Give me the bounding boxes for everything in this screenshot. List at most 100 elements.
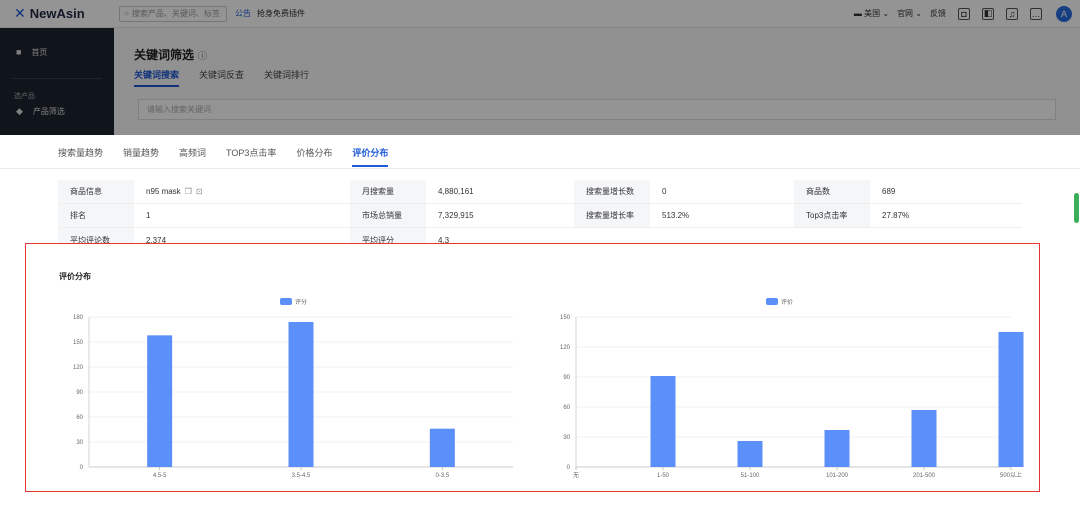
home-icon: ■ bbox=[16, 47, 22, 57]
stat-value: n95 mask ❐ ⊡ bbox=[134, 180, 350, 203]
tab-keyword-reverse[interactable]: 关键词反查 bbox=[199, 68, 244, 87]
charts-canvas: 评分 0 30 60 90 120 150 180 4.5-5 3.5-4.5 0-3.5 评价 0 30… bbox=[73, 298, 1024, 479]
stat-value: 689 bbox=[882, 187, 896, 196]
site-label: 官网 bbox=[897, 9, 914, 18]
box-icon: ◆ bbox=[16, 105, 23, 116]
logo-text: NewAsin bbox=[29, 6, 85, 21]
bar bbox=[824, 430, 850, 467]
stat-value: 4,880,161 bbox=[438, 187, 474, 196]
logo-icon: ✕ bbox=[14, 5, 26, 21]
site-menu[interactable]: 官网 ⌄ bbox=[897, 8, 922, 19]
sidebar-item-home[interactable]: ■ 首页 bbox=[0, 44, 114, 60]
page-title: 关键词筛选 ⓘ bbox=[134, 46, 207, 63]
tab-top3-ctr[interactable]: TOP3点击率 bbox=[226, 146, 276, 167]
scroll-indicator[interactable] bbox=[1074, 193, 1079, 223]
stat-value: 513.2% bbox=[662, 211, 690, 220]
user-avatar[interactable]: A bbox=[1056, 5, 1072, 22]
app-logo[interactable]: ✕ NewAsin bbox=[14, 5, 119, 22]
tab-sales-trend[interactable]: 销量趋势 bbox=[123, 146, 159, 167]
y-tick-label: 0 bbox=[80, 465, 84, 471]
stat-label: 市场总销量 bbox=[350, 204, 426, 227]
x-tick-label: 51-100 bbox=[741, 473, 760, 479]
tab-price-distribution[interactable]: 价格分布 bbox=[296, 146, 332, 167]
y-tick-label: 30 bbox=[76, 440, 83, 446]
x-tick-label: 201-500 bbox=[913, 473, 936, 479]
sidebar: ■ 首页 选产品 ◆ 产品筛选 bbox=[0, 28, 114, 135]
region-selector[interactable]: ▬ 美国 ⌄ bbox=[854, 8, 889, 19]
bar bbox=[429, 428, 455, 467]
y-tick-label: 120 bbox=[560, 345, 571, 351]
headset-icon[interactable]: ♫ bbox=[1006, 7, 1018, 20]
notice-link[interactable]: 公告 bbox=[235, 8, 251, 19]
review-distribution-panel: 评价分布 评分 0 30 60 90 120 150 180 4.5-5 3.5-4.5 0-3.5… bbox=[25, 243, 1040, 492]
tab-keyword-rank[interactable]: 关键词排行 bbox=[264, 68, 309, 87]
y-tick-label: 180 bbox=[73, 315, 84, 321]
analysis-tabs: 搜索量趋势 销量趋势 高频词 TOP3点击率 价格分布 评价分布 bbox=[58, 146, 408, 167]
page-title-text: 关键词筛选 bbox=[134, 48, 195, 62]
bar bbox=[288, 322, 314, 467]
bar bbox=[737, 441, 763, 467]
tab-review-distribution[interactable]: 评价分布 bbox=[352, 146, 389, 167]
stat-label: 商品数 bbox=[794, 180, 870, 203]
top-search-input[interactable]: ○ 搜索产品、关键词、标签 bbox=[119, 5, 227, 22]
y-tick-label: 90 bbox=[563, 375, 570, 381]
x-tick-label: 3.5-4.5 bbox=[292, 473, 311, 479]
bar bbox=[998, 332, 1024, 467]
stat-label: 商品信息 bbox=[58, 180, 134, 203]
top-navigation-bar: ✕ NewAsin ○ 搜索产品、关键词、标签 公告 抢身免费插件 ▬ 美国 ⌄… bbox=[0, 0, 1080, 28]
x-tick-label: 500以上 bbox=[1000, 471, 1022, 479]
y-tick-label: 90 bbox=[76, 390, 83, 396]
legend-swatch bbox=[766, 298, 778, 305]
stat-label: 搜索量增长数 bbox=[574, 180, 650, 203]
stat-label: 搜索量增长率 bbox=[574, 204, 650, 227]
sidebar-item-label: 产品筛选 bbox=[32, 106, 65, 116]
tab-frequent-words[interactable]: 高频词 bbox=[179, 146, 206, 167]
info-icon[interactable]: ⓘ bbox=[198, 51, 207, 61]
keyword-input-placeholder: 请输入搜索关键词 bbox=[147, 105, 211, 114]
y-tick-label: 30 bbox=[563, 435, 570, 441]
keyword-input[interactable]: 请输入搜索关键词 bbox=[138, 99, 1056, 120]
y-tick-label: 120 bbox=[73, 365, 84, 371]
sidebar-item-product-filter[interactable]: ◆ 产品筛选 bbox=[0, 103, 114, 119]
legend-label: 评分 bbox=[295, 298, 307, 306]
y-tick-label: 150 bbox=[73, 340, 84, 346]
product-keyword: n95 mask bbox=[146, 187, 181, 196]
plugin-link[interactable]: 抢身免费插件 bbox=[257, 8, 305, 19]
sidebar-item-label: 首页 bbox=[31, 47, 48, 57]
stat-value: 1 bbox=[146, 211, 151, 220]
sidebar-group-label: 选产品 bbox=[14, 93, 35, 100]
top-right-actions: ▬ 美国 ⌄ 官网 ⌄ 反馈 ◘ ◧ ♫ … A bbox=[846, 5, 1072, 22]
y-tick-label: 60 bbox=[563, 405, 570, 411]
feedback-link[interactable]: 反馈 bbox=[930, 8, 946, 19]
bar bbox=[911, 410, 937, 467]
stats-table: 商品信息 n95 mask ❐ ⊡ 月搜索量 4,880,161 搜索量增长数 … bbox=[58, 180, 1022, 252]
chat-icon[interactable]: … bbox=[1030, 7, 1042, 20]
x-tick-label: 0-3.5 bbox=[435, 473, 449, 479]
flag-icon: ▬ bbox=[853, 9, 865, 18]
x-tick-label: 4.5-5 bbox=[153, 473, 167, 479]
background-main: 关键词筛选 ⓘ 关键词搜索 关键词反查 关键词排行 请输入搜索关键词 bbox=[114, 28, 1080, 135]
stats-row: 排名 1 市场总销量 7,329,915 搜索量增长率 513.2% Top3点… bbox=[58, 204, 1022, 228]
stat-value: 0 bbox=[662, 187, 667, 196]
stats-row: 商品信息 n95 mask ❐ ⊡ 月搜索量 4,880,161 搜索量增长数 … bbox=[58, 180, 1022, 204]
legend-label: 评价 bbox=[781, 298, 793, 306]
stat-label: 排名 bbox=[58, 204, 134, 227]
y-tick-label: 150 bbox=[560, 315, 571, 321]
x-tick-label: 101-200 bbox=[826, 473, 849, 479]
external-link-icon[interactable]: ⊡ bbox=[196, 187, 203, 196]
x-tick-label: 1-50 bbox=[657, 473, 670, 479]
y-tick-label: 0 bbox=[567, 465, 571, 471]
stat-value: 7,329,915 bbox=[438, 211, 474, 220]
calendar-icon[interactable]: ◘ bbox=[958, 7, 970, 20]
top-search-placeholder: 搜索产品、关键词、标签 bbox=[131, 9, 220, 18]
copy-icon[interactable]: ❐ bbox=[185, 187, 192, 196]
tabs-divider bbox=[0, 168, 1080, 169]
stat-label: 月搜索量 bbox=[350, 180, 426, 203]
y-tick-label: 60 bbox=[76, 415, 83, 421]
extension-icon[interactable]: ◧ bbox=[982, 7, 994, 20]
tab-search-trend[interactable]: 搜索量趋势 bbox=[58, 146, 103, 167]
stat-label: Top3点击率 bbox=[794, 204, 870, 227]
tab-keyword-search[interactable]: 关键词搜索 bbox=[134, 68, 180, 87]
region-label: 美国 bbox=[864, 9, 881, 18]
x-tick-label: 无 bbox=[573, 472, 579, 479]
